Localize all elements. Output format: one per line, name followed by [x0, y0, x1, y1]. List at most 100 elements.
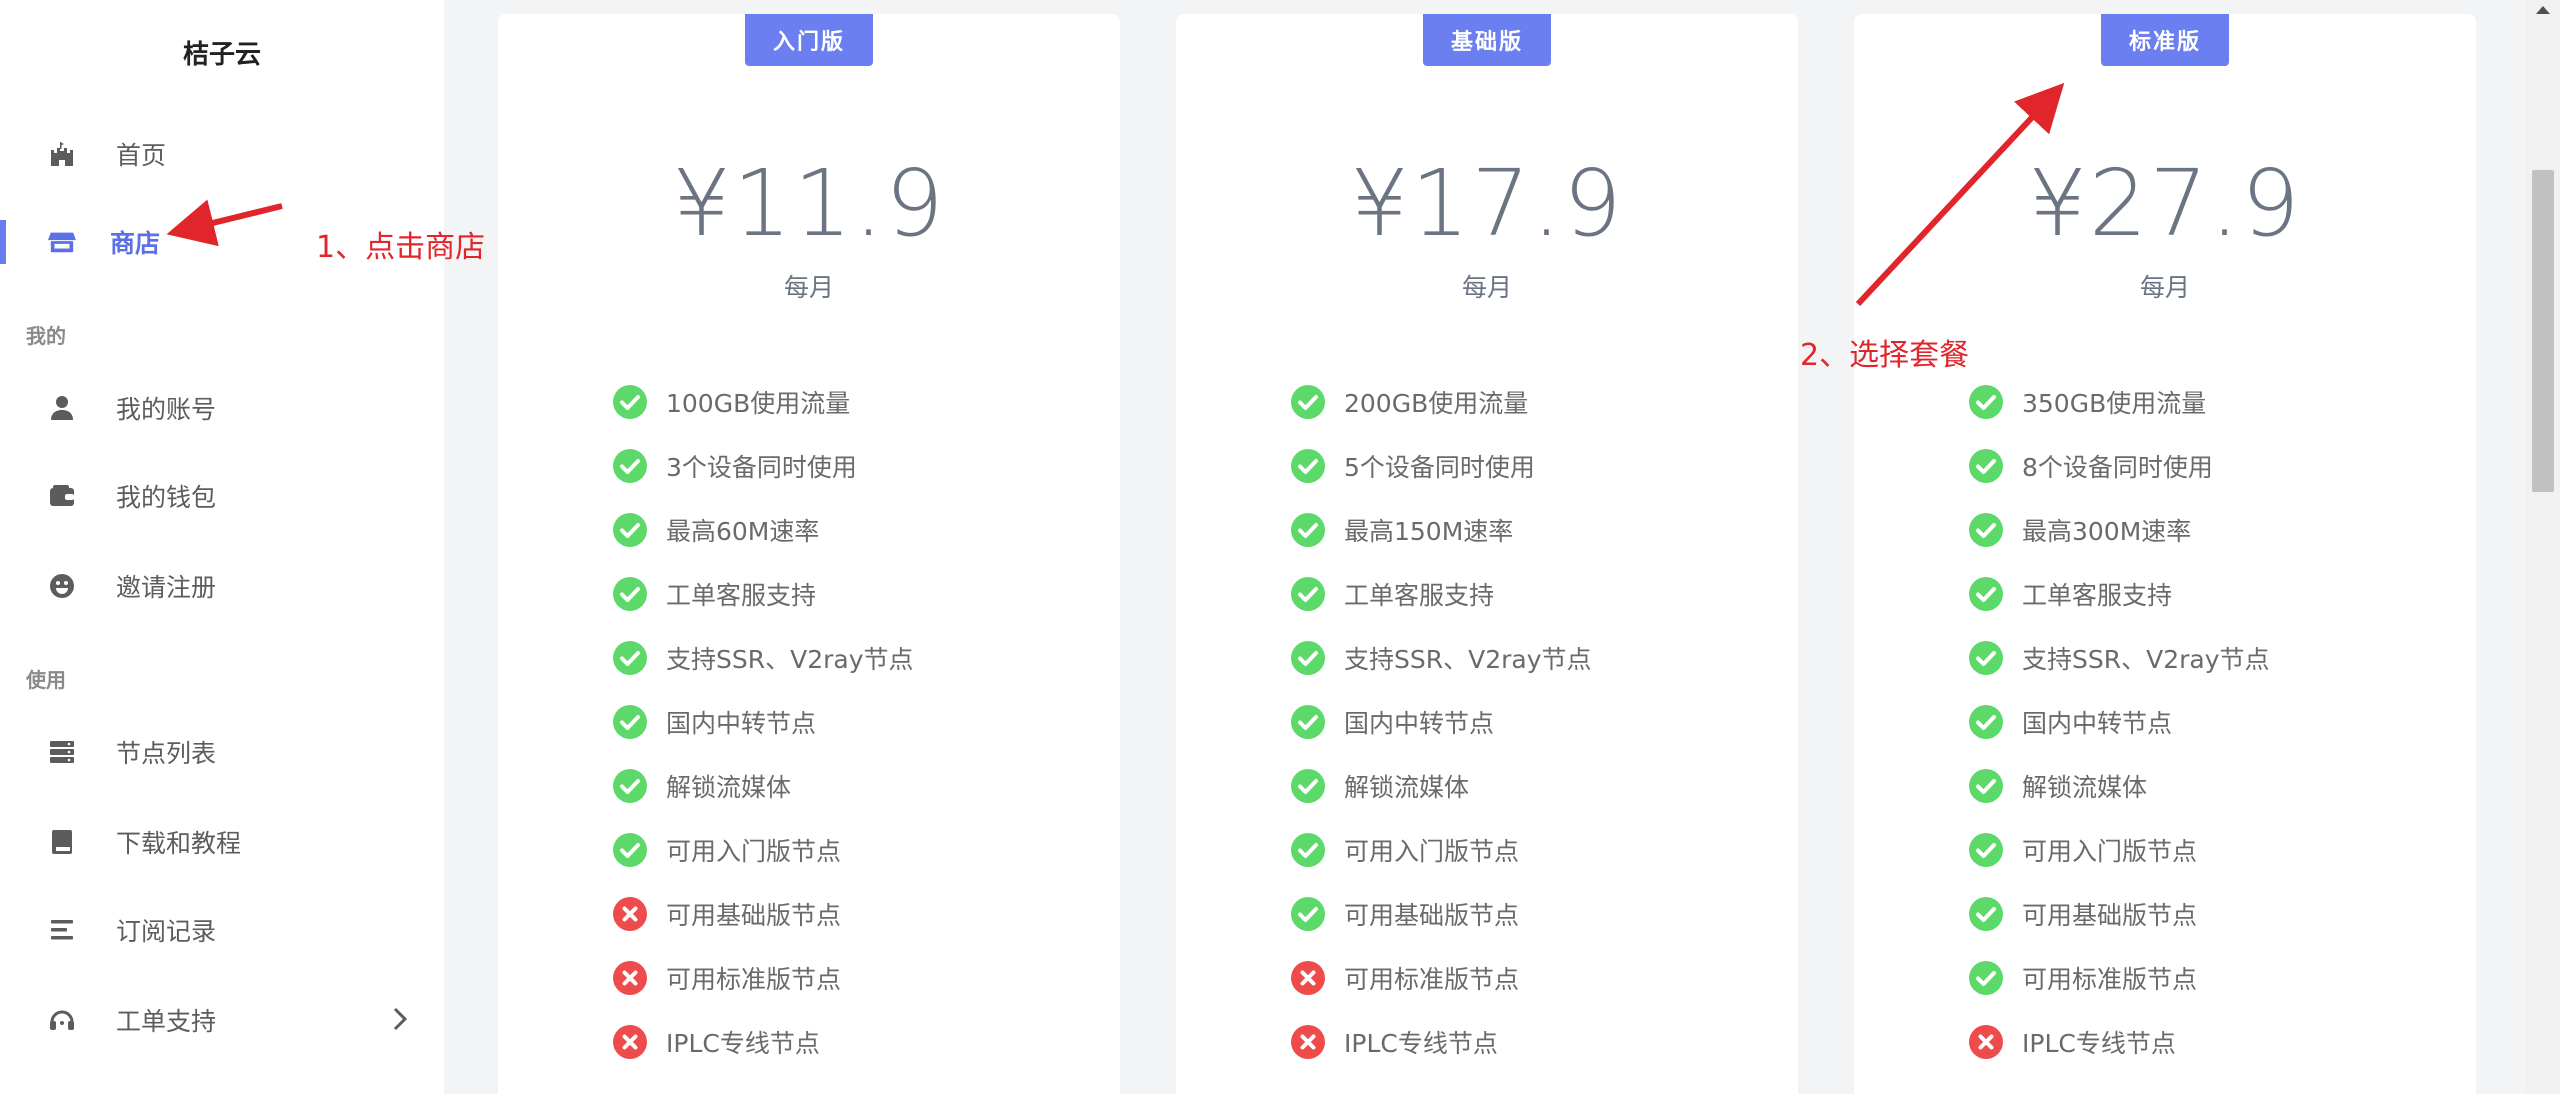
sidebar-item-label: 我的钱包 — [116, 483, 217, 512]
sidebar-item-label: 首页 — [116, 141, 167, 170]
castle-icon — [48, 140, 76, 168]
plan-price: ¥27.9 — [2028, 150, 2302, 257]
smile-icon — [48, 572, 76, 600]
check-circle-icon — [613, 513, 647, 547]
user-icon — [48, 394, 76, 422]
feature-text: 200GB使用流量 — [1344, 389, 1529, 418]
sidebar-item-invite[interactable]: 邀请注册 — [0, 556, 444, 616]
feature-item: 可用标准版节点 — [1291, 958, 1764, 998]
feature-item: 可用入门版节点 — [1291, 830, 1764, 870]
feature-text: 最高300M速率 — [2022, 517, 2192, 546]
feature-item: 350GB使用流量 — [1969, 382, 2442, 422]
sidebar-item-tickets[interactable]: 工单支持 — [0, 990, 444, 1050]
feature-item: 可用基础版节点 — [1969, 894, 2442, 934]
sidebar: 桔子云 首页 商店 我的 我的账号 我的钱包 邀请注册 使用 节点列表 下载和教… — [0, 0, 444, 1094]
feature-text: 最高60M速率 — [666, 517, 820, 546]
feature-item: 可用基础版节点 — [613, 894, 1086, 934]
feature-item: 支持SSR、V2ray节点 — [1969, 638, 2442, 678]
sidebar-item-label: 节点列表 — [116, 739, 217, 768]
check-circle-icon — [1291, 449, 1325, 483]
check-circle-icon — [613, 833, 647, 867]
sidebar-item-account[interactable]: 我的账号 — [0, 378, 444, 438]
annotation-step1: 1、点击商店 — [316, 230, 486, 265]
feature-text: IPLC专线节点 — [666, 1029, 820, 1058]
feature-text: 可用基础版节点 — [666, 901, 842, 930]
cross-circle-icon — [613, 897, 647, 931]
feature-text: 解锁流媒体 — [2022, 773, 2148, 802]
brand-title: 桔子云 — [182, 40, 261, 70]
feature-item: 可用标准版节点 — [1969, 958, 2442, 998]
sidebar-item-label: 邀请注册 — [116, 573, 217, 602]
cross-circle-icon — [1291, 961, 1325, 995]
sidebar-item-downloads[interactable]: 下载和教程 — [0, 812, 444, 872]
feature-item: 5个设备同时使用 — [1291, 446, 1764, 486]
store-icon — [48, 228, 76, 256]
feature-text: 可用标准版节点 — [666, 965, 842, 994]
list-icon — [48, 916, 76, 944]
feature-item: 可用基础版节点 — [1291, 894, 1764, 934]
check-circle-icon — [1291, 833, 1325, 867]
feature-text: 可用标准版节点 — [2022, 965, 2198, 994]
sidebar-item-subscriptions[interactable]: 订阅记录 — [0, 900, 444, 960]
feature-item: IPLC专线节点 — [1969, 1022, 2442, 1062]
feature-item: 国内中转节点 — [1291, 702, 1764, 742]
feature-item: 国内中转节点 — [613, 702, 1086, 742]
cross-circle-icon — [613, 961, 647, 995]
sidebar-item-wallet[interactable]: 我的钱包 — [0, 466, 444, 526]
wallet-icon — [48, 482, 76, 510]
check-circle-icon — [613, 705, 647, 739]
chevron-right-icon — [392, 1006, 408, 1036]
plan-card-standard[interactable]: 标准版 ¥27.9 每月 350GB使用流量 8个设备同时使用 最高300M速率 工单… — [1854, 14, 2476, 1094]
feature-item: 解锁流媒体 — [613, 766, 1086, 806]
sidebar-item-nodes[interactable]: 节点列表 — [0, 722, 444, 782]
feature-text: IPLC专线节点 — [2022, 1029, 2176, 1058]
feature-item: 可用入门版节点 — [1969, 830, 2442, 870]
check-circle-icon — [613, 769, 647, 803]
sidebar-item-label: 工单支持 — [116, 1007, 217, 1036]
feature-item: IPLC专线节点 — [1291, 1022, 1764, 1062]
sidebar-item-label: 下载和教程 — [116, 829, 242, 858]
plan-price: ¥11.9 — [672, 150, 946, 257]
feature-item: 可用标准版节点 — [613, 958, 1086, 998]
feature-text: 国内中转节点 — [1344, 709, 1495, 738]
feature-item: 最高60M速率 — [613, 510, 1086, 550]
section-heading-use: 使用 — [26, 668, 66, 692]
server-icon — [48, 738, 76, 766]
feature-item: 国内中转节点 — [1969, 702, 2442, 742]
feature-text: 工单客服支持 — [1344, 581, 1495, 610]
feature-text: 5个设备同时使用 — [1344, 453, 1535, 482]
feature-text: 国内中转节点 — [666, 709, 817, 738]
check-circle-icon — [1291, 769, 1325, 803]
check-circle-icon — [1969, 833, 2003, 867]
feature-item: 最高150M速率 — [1291, 510, 1764, 550]
plan-badge: 基础版 — [1422, 14, 1552, 66]
feature-item: 8个设备同时使用 — [1969, 446, 2442, 486]
feature-text: 国内中转节点 — [2022, 709, 2173, 738]
book-icon — [48, 828, 76, 856]
cross-circle-icon — [613, 1025, 647, 1059]
feature-item: 解锁流媒体 — [1291, 766, 1764, 806]
feature-item: 工单客服支持 — [1291, 574, 1764, 614]
feature-text: 可用入门版节点 — [1344, 837, 1520, 866]
scroll-thumb[interactable] — [2532, 170, 2554, 492]
vertical-scrollbar[interactable] — [2526, 0, 2560, 1094]
check-circle-icon — [1969, 449, 2003, 483]
check-circle-icon — [613, 641, 647, 675]
scroll-up-arrow-icon[interactable] — [2536, 6, 2550, 14]
check-circle-icon — [1291, 577, 1325, 611]
plan-badge: 标准版 — [2100, 14, 2230, 66]
feature-item: 工单客服支持 — [613, 574, 1086, 614]
check-circle-icon — [613, 385, 647, 419]
feature-text: 支持SSR、V2ray节点 — [2022, 645, 2270, 674]
plan-card-basic[interactable]: 基础版 ¥17.9 每月 200GB使用流量 5个设备同时使用 最高150M速率 工单… — [1176, 14, 1798, 1094]
plan-card-starter[interactable]: 入门版 ¥11.9 每月 100GB使用流量 3个设备同时使用 最高60M速率 工单客… — [498, 14, 1120, 1094]
check-circle-icon — [1291, 897, 1325, 931]
feature-text: 支持SSR、V2ray节点 — [666, 645, 914, 674]
check-circle-icon — [613, 449, 647, 483]
check-circle-icon — [1291, 705, 1325, 739]
section-heading-mine: 我的 — [26, 324, 66, 348]
feature-text: 最高150M速率 — [1344, 517, 1514, 546]
feature-item: 工单客服支持 — [1969, 574, 2442, 614]
feature-item: 100GB使用流量 — [613, 382, 1086, 422]
sidebar-item-home[interactable]: 首页 — [0, 124, 444, 184]
